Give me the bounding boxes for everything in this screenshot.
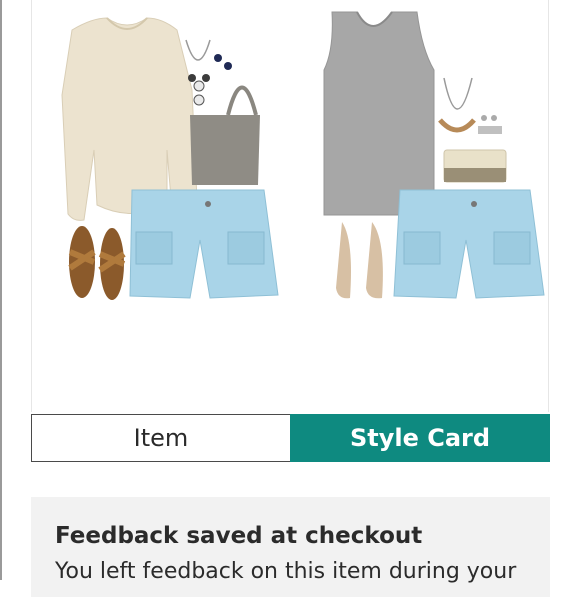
item-tab-label: Item xyxy=(133,424,189,452)
sandals-image xyxy=(68,226,126,300)
earrings-image xyxy=(214,54,232,70)
shorts-image-2 xyxy=(393,189,545,299)
left-edge-rule xyxy=(0,0,2,580)
feedback-title: Feedback saved at checkout xyxy=(55,523,423,549)
view-segmented-control: Item Style Card xyxy=(31,414,550,462)
feedback-card: Feedback saved at checkout You left feed… xyxy=(31,497,550,597)
item-tab[interactable]: Item xyxy=(31,414,290,462)
earrings-image-2 xyxy=(478,115,502,134)
flats-image xyxy=(336,222,383,299)
shorts-image xyxy=(129,189,279,299)
clutch-image xyxy=(443,149,507,183)
style-card-tab[interactable]: Style Card xyxy=(290,414,550,462)
necklace-image-2 xyxy=(438,77,476,133)
feedback-body: You left feedback on this item during yo… xyxy=(55,559,517,584)
style-card-image xyxy=(31,0,549,412)
style-card-illustration xyxy=(61,11,545,300)
tank-top-image xyxy=(323,11,435,216)
style-card-tab-label: Style Card xyxy=(349,424,491,452)
